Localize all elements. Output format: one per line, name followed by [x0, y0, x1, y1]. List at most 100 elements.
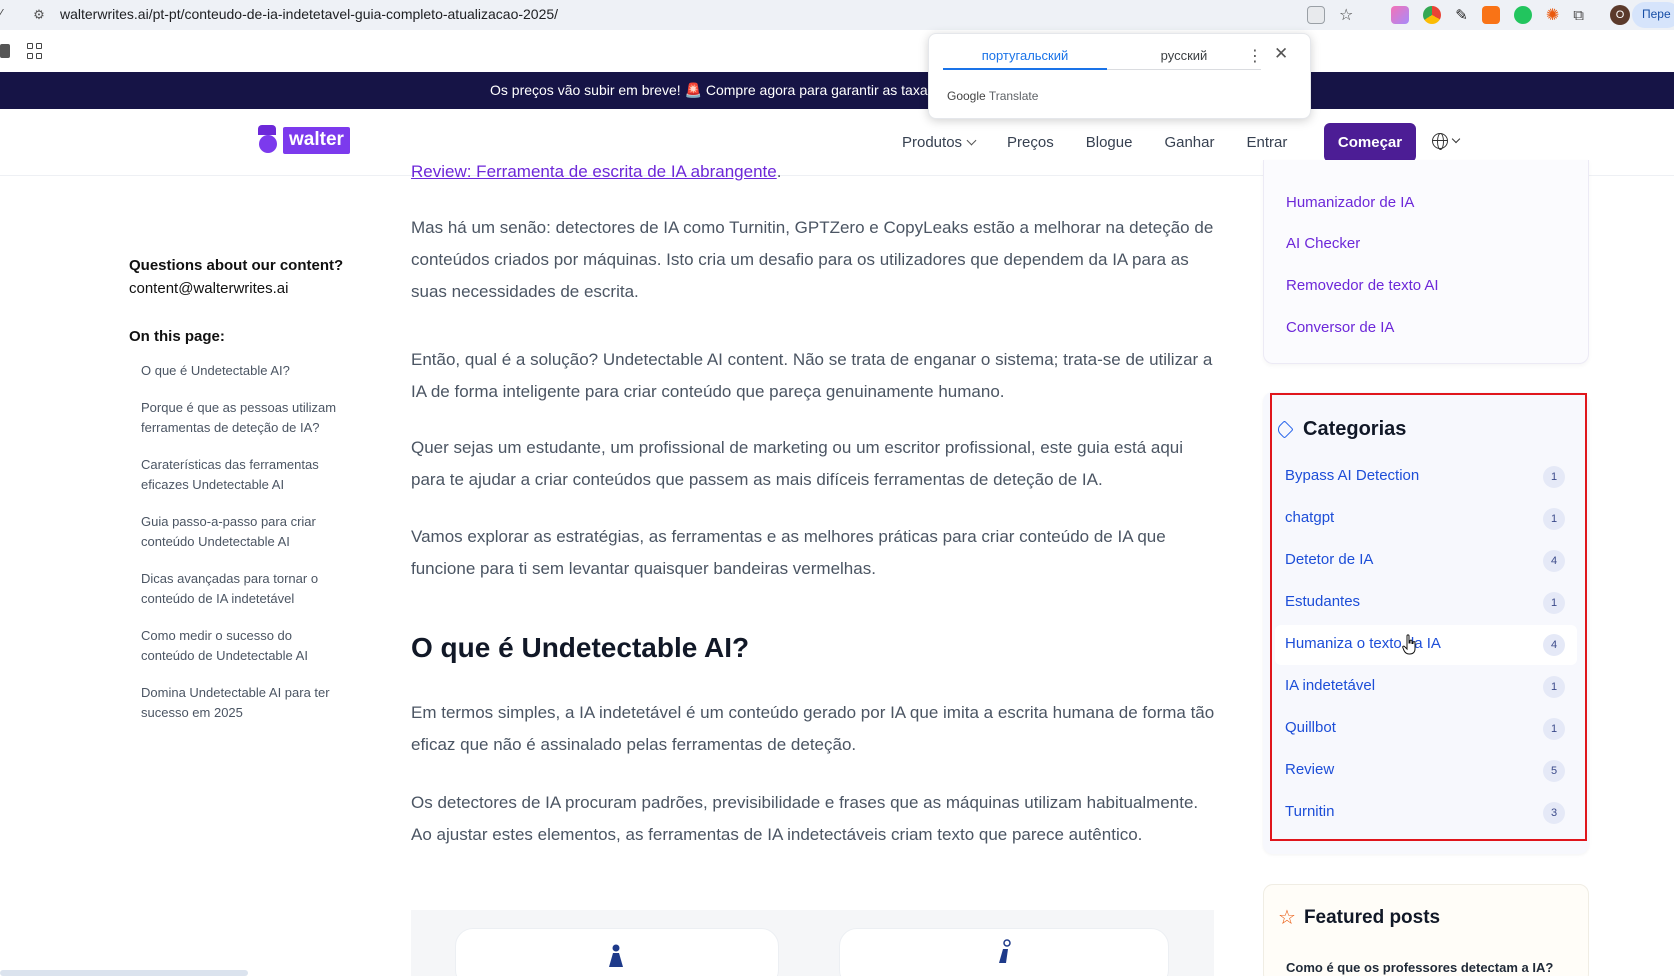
nav-precos[interactable]: Preços [1007, 134, 1054, 151]
extension-orange-icon[interactable] [1481, 6, 1500, 24]
more-options-icon[interactable]: ⋮ [1247, 46, 1263, 66]
questions-title: Questions about our content? [129, 257, 344, 274]
profile-avatar[interactable]: O [1610, 5, 1630, 25]
categories-heading: Categorias [1277, 418, 1406, 441]
translate-tab-target[interactable]: русский [1107, 48, 1261, 70]
nav-blogue[interactable]: Blogue [1086, 134, 1133, 151]
chevron-down-icon [966, 135, 977, 146]
reload-edge: ⁄ [0, 6, 3, 21]
illustration-card [455, 928, 779, 976]
toc-item[interactable]: Caraterísticas das ferramentas eficazes … [129, 455, 349, 495]
brand-translate: Translate [988, 89, 1039, 103]
featured-title: Featured posts [1303, 906, 1441, 928]
globe-icon[interactable] [1432, 133, 1448, 150]
featured-post-link[interactable]: Como é que os professores detectam a IA? [1286, 960, 1553, 975]
category-label: Quillbot [1285, 719, 1336, 736]
site-logo[interactable]: walter [255, 125, 350, 155]
category-label: Review [1285, 761, 1335, 778]
on-this-page-title: On this page: [129, 328, 225, 345]
bookmark-icon[interactable] [0, 44, 10, 58]
category-item[interactable]: chatgpt 1 [1275, 499, 1577, 539]
extension-green-icon[interactable] [1513, 6, 1532, 24]
paragraph: Vamos explorar as estratégias, as ferram… [411, 527, 1166, 578]
category-count: 1 [1543, 508, 1565, 530]
translate-popup: португальский русский ⋮ ✕ Google Transla… [928, 33, 1311, 119]
chevron-down-icon[interactable] [1451, 134, 1461, 144]
brand-google: Google [947, 89, 986, 103]
translate-pill[interactable]: Пере [1632, 2, 1674, 28]
tag-icon [1277, 421, 1295, 439]
paragraph: Os detectores de IA procuram padrões, pr… [411, 793, 1199, 844]
translate-page-icon[interactable] [1306, 6, 1325, 24]
nav-entrar[interactable]: Entrar [1247, 134, 1288, 151]
toc-item[interactable]: O que é Undetectable AI? [129, 361, 349, 381]
extension-sun-icon[interactable]: ✺ [1546, 5, 1559, 25]
person-figure-icon [999, 939, 1011, 963]
toc-item[interactable]: Como medir o sucesso do conteúdo de Unde… [129, 626, 349, 666]
category-item[interactable]: Bypass AI Detection 1 [1275, 457, 1577, 497]
questions-email[interactable]: content@walterwrites.ai [129, 280, 359, 297]
mascot-icon [255, 125, 281, 155]
category-label: IA indetetável [1285, 677, 1376, 694]
toc-item[interactable]: Porque é que as pessoas utilizam ferrame… [129, 398, 349, 438]
category-count: 4 [1543, 634, 1565, 656]
bookmark-star-icon[interactable]: ☆ [1339, 5, 1353, 25]
person-figure-icon [609, 944, 623, 967]
tool-link[interactable]: AI Checker [1286, 235, 1360, 252]
category-count: 5 [1543, 760, 1565, 782]
category-label: Turnitin [1285, 803, 1335, 820]
nav-label: Blogue [1085, 134, 1133, 151]
category-label: chatgpt [1285, 509, 1335, 526]
nav-produtos[interactable]: Produtos [902, 134, 977, 151]
category-label: Bypass AI Detection [1285, 467, 1420, 484]
extensions-puzzle-icon[interactable]: ⧉ [1573, 7, 1584, 24]
category-item[interactable]: Detetor de IA 4 [1275, 541, 1577, 581]
toc-item[interactable]: Guia passo-a-passo para criar conteúdo U… [129, 512, 349, 552]
extension-icons: ☆ ✎ ✺ ⧉ O [1306, 5, 1630, 25]
translate-tab-source[interactable]: португальский [943, 48, 1107, 70]
category-item[interactable]: Turnitin 3 [1275, 793, 1577, 833]
category-item[interactable]: IA indetetável 1 [1275, 667, 1577, 707]
browser-address-bar: ⁄ ⚙ walterwrites.ai/pt-pt/conteudo-de-ia… [0, 0, 1674, 30]
nav-label: Entrar [1246, 134, 1288, 151]
category-item[interactable]: Estudantes 1 [1275, 583, 1577, 623]
category-item[interactable]: Quillbot 1 [1275, 709, 1577, 749]
extension-pen-icon[interactable]: ✎ [1455, 6, 1468, 24]
review-link[interactable]: Review: Ferramenta de escrita de IA abra… [411, 162, 777, 181]
announcement-text[interactable]: Os preços vão subir em breve! 🚨 Compre a… [490, 82, 935, 99]
site-info-icon[interactable]: ⚙ [30, 6, 48, 24]
illustration-card [839, 928, 1169, 976]
nav-label: Produtos [902, 134, 963, 151]
extension-chrome-icon[interactable] [1423, 6, 1442, 24]
paragraph: Mas há um senão: detectores de IA como T… [411, 218, 1214, 301]
article-illustration [411, 910, 1214, 976]
paragraph: Em termos simples, a IA indetetável é um… [411, 703, 1215, 754]
category-count: 4 [1543, 550, 1565, 572]
link-suffix: . [776, 162, 782, 181]
category-count: 1 [1543, 718, 1565, 740]
hand-cursor-icon [1402, 634, 1416, 655]
category-item[interactable]: Humaniza o texto da IA 4 [1275, 625, 1577, 665]
apps-grid-icon[interactable] [27, 43, 43, 59]
top-link-line: Review: Ferramenta de escrita de IA abra… [411, 160, 781, 184]
toc-item[interactable]: Domina Undetectable AI para ter sucesso … [129, 683, 349, 723]
horizontal-scroll-indicator[interactable] [0, 970, 248, 976]
category-count: 3 [1543, 802, 1565, 824]
nav-ganhar[interactable]: Ganhar [1164, 134, 1214, 151]
comecar-button[interactable]: Começar [1324, 123, 1416, 162]
category-item[interactable]: Review 5 [1275, 751, 1577, 791]
extension-gradient-icon[interactable] [1391, 6, 1410, 24]
tool-link[interactable]: Humanizador de IA [1286, 194, 1414, 211]
nav-label: Ganhar [1164, 134, 1215, 151]
toc-item[interactable]: Dicas avançadas para tornar o conteúdo d… [129, 569, 349, 609]
url-field[interactable]: walterwrites.ai/pt-pt/conteudo-de-ia-ind… [60, 6, 558, 22]
category-label: Detetor de IA [1285, 551, 1374, 568]
tool-link[interactable]: Removedor de texto AI [1286, 277, 1439, 294]
categories-title: Categorias [1303, 418, 1407, 440]
category-label: Estudantes [1285, 593, 1361, 610]
table-of-contents: Questions about our content? content@wal… [129, 257, 359, 740]
toc-list: O que é Undetectable AI? Porque é que as… [129, 361, 359, 723]
logo-text: walter [283, 126, 350, 154]
close-icon[interactable]: ✕ [1274, 44, 1288, 64]
tool-link[interactable]: Conversor de IA [1286, 319, 1394, 336]
